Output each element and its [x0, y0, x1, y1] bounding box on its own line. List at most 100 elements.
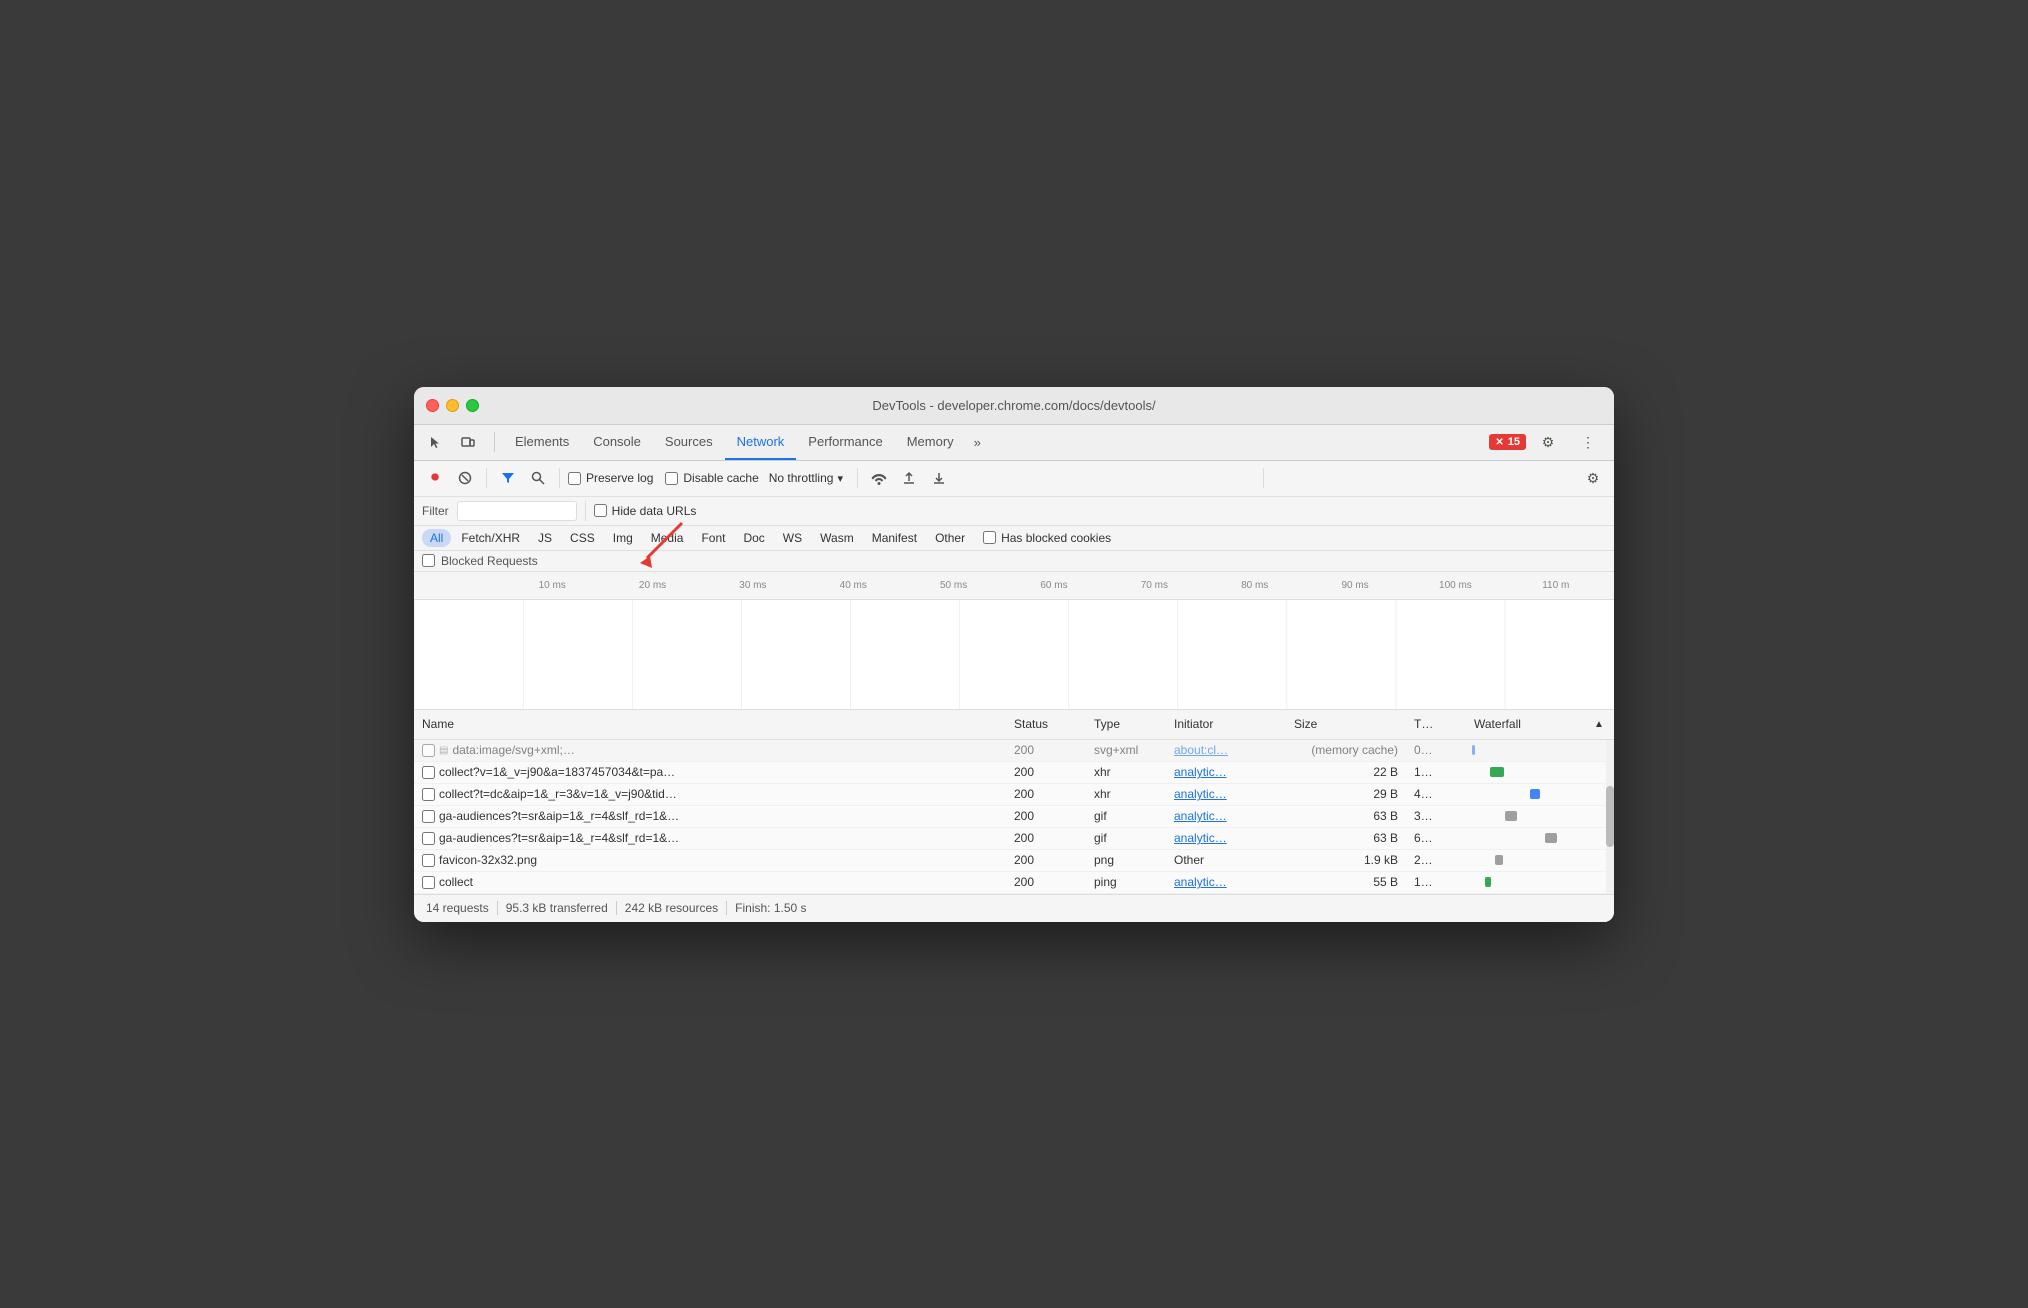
type-btn-media[interactable]: Media: [643, 529, 692, 547]
type-filters: All Fetch/XHR JS CSS Img Media Font Doc …: [414, 526, 1614, 551]
type-btn-other[interactable]: Other: [927, 529, 973, 547]
td-initiator-2[interactable]: analytic…: [1166, 787, 1286, 801]
table-row[interactable]: collect 200 ping analytic… 55 B 1…: [414, 872, 1614, 894]
table-row[interactable]: collect?v=1&_v=j90&a=1837457034&t=pa… 20…: [414, 762, 1614, 784]
preserve-log-checkbox[interactable]: [568, 472, 581, 485]
wifi-icon[interactable]: [866, 465, 892, 491]
type-btn-font[interactable]: Font: [693, 529, 733, 547]
search-button[interactable]: [525, 465, 551, 491]
tab-performance[interactable]: Performance: [796, 424, 894, 460]
td-status-5: 200: [1006, 853, 1086, 867]
scrollbar-track[interactable]: [1606, 740, 1614, 894]
tab-sources[interactable]: Sources: [653, 424, 725, 460]
status-sep-3: [726, 901, 727, 915]
td-initiator-6[interactable]: analytic…: [1166, 875, 1286, 889]
td-type-6: ping: [1086, 875, 1166, 889]
td-initiator-0[interactable]: about:cl…: [1166, 743, 1286, 757]
maximize-button[interactable]: [466, 399, 479, 412]
hide-data-urls-label[interactable]: Hide data URLs: [594, 504, 697, 518]
table-row[interactable]: collect?t=dc&aip=1&_r=3&v=1&_v=j90&tid… …: [414, 784, 1614, 806]
td-initiator-5: Other: [1166, 853, 1286, 867]
type-btn-manifest[interactable]: Manifest: [864, 529, 925, 547]
row-checkbox-6[interactable]: [422, 876, 435, 889]
status-requests: 14 requests: [426, 901, 489, 915]
settings-icon[interactable]: ⚙: [1534, 428, 1562, 456]
device-toggle-icon[interactable]: [454, 428, 482, 456]
type-btn-all[interactable]: All: [422, 529, 451, 547]
throttle-select[interactable]: No throttling ▾: [763, 469, 849, 487]
more-options-icon[interactable]: ⋮: [1574, 428, 1602, 456]
upload-icon[interactable]: [896, 465, 922, 491]
type-btn-fetch-xhr[interactable]: Fetch/XHR: [453, 529, 528, 547]
preserve-log-label[interactable]: Preserve log: [568, 471, 653, 485]
row-checkbox-5[interactable]: [422, 854, 435, 867]
td-size-4: 63 B: [1286, 831, 1406, 845]
minimize-button[interactable]: [446, 399, 459, 412]
th-status[interactable]: Status: [1006, 717, 1086, 731]
filter-toggle-button[interactable]: [495, 465, 521, 491]
clear-button[interactable]: [452, 465, 478, 491]
th-type[interactable]: Type: [1086, 717, 1166, 731]
tick-110ms: 110 m: [1506, 580, 1606, 591]
blocked-requests-checkbox[interactable]: [422, 554, 435, 567]
traffic-lights: [426, 399, 479, 412]
th-time[interactable]: T…: [1406, 717, 1466, 731]
td-initiator-4[interactable]: analytic…: [1166, 831, 1286, 845]
row-checkbox-2[interactable]: [422, 788, 435, 801]
disable-cache-checkbox[interactable]: [665, 472, 678, 485]
record-button[interactable]: ⏺: [422, 465, 448, 491]
disable-cache-label[interactable]: Disable cache: [665, 471, 758, 485]
row-checkbox-4[interactable]: [422, 832, 435, 845]
table-header: Name Status Type Initiator Size T… Water…: [414, 710, 1614, 740]
toolbar-sep-2: [559, 468, 560, 488]
th-waterfall[interactable]: Waterfall: [1466, 717, 1586, 731]
td-status-1: 200: [1006, 765, 1086, 779]
td-initiator-1[interactable]: analytic…: [1166, 765, 1286, 779]
table-row[interactable]: ga-audiences?t=sr&aip=1&_r=4&slf_rd=1&… …: [414, 806, 1614, 828]
tab-network[interactable]: Network: [725, 424, 797, 460]
td-size-6: 55 B: [1286, 875, 1406, 889]
timeline-header: 10 ms 20 ms 30 ms 40 ms 50 ms 60 ms 70 m…: [414, 572, 1614, 600]
type-btn-wasm[interactable]: Wasm: [812, 529, 862, 547]
th-name[interactable]: Name: [414, 717, 1006, 731]
tab-console[interactable]: Console: [581, 424, 653, 460]
td-waterfall-4: [1466, 833, 1586, 843]
table-row[interactable]: favicon-32x32.png 200 png Other 1.9 kB 2…: [414, 850, 1614, 872]
th-size[interactable]: Size: [1286, 717, 1406, 731]
td-time-4: 6…: [1406, 831, 1466, 845]
has-blocked-cookies-checkbox[interactable]: [983, 531, 996, 544]
type-btn-ws[interactable]: WS: [775, 529, 810, 547]
td-name-0: ▤ data:image/svg+xml;…: [414, 743, 1006, 757]
scrollbar-thumb[interactable]: [1606, 786, 1614, 848]
status-bar: 14 requests 95.3 kB transferred 242 kB r…: [414, 894, 1614, 922]
td-initiator-3[interactable]: analytic…: [1166, 809, 1286, 823]
tab-more[interactable]: »: [966, 424, 989, 460]
row-checkbox-1[interactable]: [422, 766, 435, 779]
td-status-4: 200: [1006, 831, 1086, 845]
close-button[interactable]: [426, 399, 439, 412]
hide-data-urls-checkbox[interactable]: [594, 504, 607, 517]
network-toolbar: ⏺ Preserve log Disable cache: [414, 461, 1614, 497]
status-resources: 242 kB resources: [625, 901, 718, 915]
tab-memory[interactable]: Memory: [895, 424, 966, 460]
type-btn-css[interactable]: CSS: [562, 529, 603, 547]
filter-input[interactable]: [457, 501, 577, 521]
type-btn-js[interactable]: JS: [530, 529, 560, 547]
network-settings-icon[interactable]: ⚙: [1580, 465, 1606, 491]
th-sort[interactable]: ▲: [1586, 719, 1614, 730]
type-btn-img[interactable]: Img: [605, 529, 641, 547]
td-type-0: svg+xml: [1086, 743, 1166, 757]
cursor-icon[interactable]: [422, 428, 450, 456]
row-checkbox-0[interactable]: [422, 744, 435, 757]
table-row[interactable]: ga-audiences?t=sr&aip=1&_r=4&slf_rd=1&… …: [414, 828, 1614, 850]
type-btn-doc[interactable]: Doc: [735, 529, 772, 547]
tick-70ms: 70 ms: [1104, 580, 1204, 591]
td-size-0: (memory cache): [1286, 743, 1406, 757]
table-row[interactable]: ▤ data:image/svg+xml;… 200 svg+xml about…: [414, 740, 1614, 762]
tab-elements[interactable]: Elements: [503, 424, 581, 460]
row-checkbox-3[interactable]: [422, 810, 435, 823]
download-icon[interactable]: [926, 465, 952, 491]
td-status-2: 200: [1006, 787, 1086, 801]
th-initiator[interactable]: Initiator: [1166, 717, 1286, 731]
error-badge[interactable]: ✕ 15: [1489, 434, 1526, 450]
